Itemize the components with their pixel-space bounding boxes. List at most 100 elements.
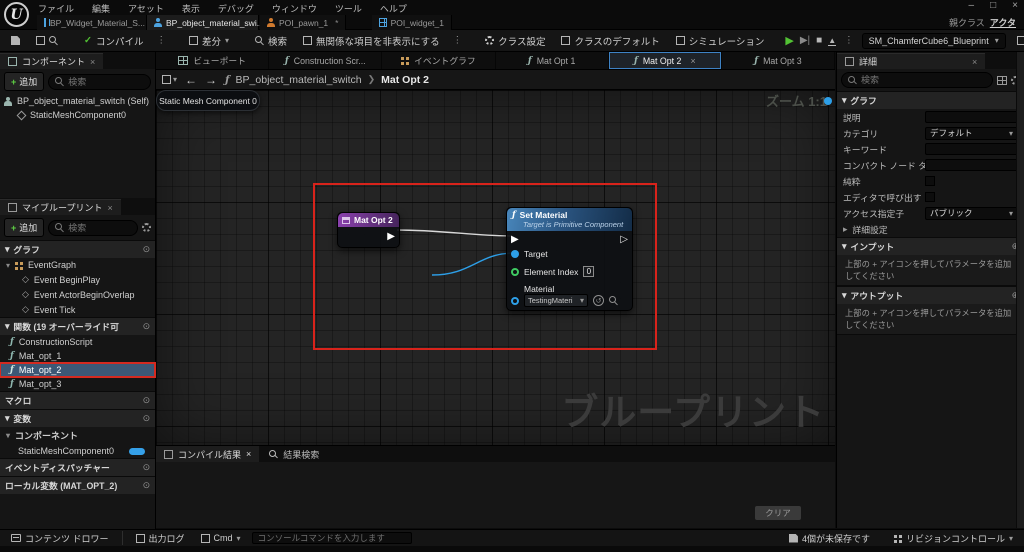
event-tick-row[interactable]: ◇ Event Tick xyxy=(0,302,155,317)
element-index-pin[interactable] xyxy=(511,268,519,276)
event-actorbeginoverlap-row[interactable]: ◇ Event ActorBeginOverlap xyxy=(0,287,155,302)
expand-icon[interactable]: ▾ xyxy=(6,261,10,270)
content-drawer-button[interactable]: コンテンツ ドロワー xyxy=(6,529,114,548)
tab-bp-object-material-switch[interactable]: BP_object_material_swi... × xyxy=(147,15,259,30)
cmd-dropdown[interactable]: Cmd ▾ xyxy=(196,530,246,546)
details-graph-section[interactable]: ▾ グラフ xyxy=(837,91,1024,109)
material-pin[interactable] xyxy=(511,297,519,305)
dispatcher-section-header[interactable]: イベントディスパッチャー ⊙ xyxy=(0,458,155,476)
eject-button[interactable]: ▲ xyxy=(828,36,836,46)
mat-opt-2-row-selected[interactable]: ƒ Mat_opt_2 xyxy=(0,363,155,377)
tab-bp-widget-material[interactable]: BP_Widget_Material_S... * xyxy=(37,15,147,30)
constructionscript-row[interactable]: ƒ ConstructionScript xyxy=(0,335,155,349)
myblueprint-search-input[interactable] xyxy=(68,223,131,233)
localvars-section-header[interactable]: ローカル変数 (MAT_OPT_2) ⊙ xyxy=(0,476,155,494)
variable-staticmesh-row[interactable]: StaticMeshComponent0 xyxy=(0,444,155,458)
category-dropdown[interactable]: デフォルト ▾ xyxy=(925,127,1018,140)
clear-button[interactable]: クリア xyxy=(755,506,801,520)
minimize-icon[interactable]: – xyxy=(969,0,975,11)
class-settings-button[interactable]: クラス設定 xyxy=(480,31,550,51)
myblueprint-tab[interactable]: マイブループリント × xyxy=(0,199,121,215)
keywords-field[interactable] xyxy=(925,143,1018,155)
details-search[interactable] xyxy=(841,72,993,88)
tab-mat-opt-1[interactable]: ƒ Mat Opt 1 xyxy=(496,52,609,69)
menu-debug[interactable]: デバッグ xyxy=(216,1,256,16)
dispatcher-visibility-icon[interactable]: ⊙ xyxy=(143,462,150,473)
event-beginplay-row[interactable]: ◇ Event BeginPlay xyxy=(0,272,155,287)
compact-title-field[interactable] xyxy=(925,159,1018,171)
element-index-pin-row[interactable]: Element Index 0 xyxy=(511,266,594,277)
unsaved-button[interactable]: 4個が未保存です xyxy=(784,529,875,548)
functions-section-header[interactable]: ▾ 関数 (19 オーバーライド可 ⊙ xyxy=(0,317,155,335)
hide-unrelated-options-icon[interactable]: ⋮ xyxy=(451,35,465,46)
tab-poi-pawn[interactable]: POI_pawn_1 * xyxy=(260,15,346,30)
material-pin-row[interactable]: TestingMateri ▾ ↺ xyxy=(511,294,618,307)
parent-class-link[interactable]: アクタ xyxy=(990,16,1016,29)
compile-results-tab[interactable]: コンパイル結果 × xyxy=(156,446,259,462)
blueprint-canvas[interactable]: ズーム 1:1 ブループリント Mat Opt 2 ▶ ƒ Set Materi… xyxy=(156,90,835,445)
graph-section-header[interactable]: ▾ グラフ ⊙ xyxy=(0,240,155,258)
exec-output-pin[interactable]: ▷ xyxy=(620,235,628,245)
inputs-section-header[interactable]: ▾ インプット ⊕ xyxy=(837,237,1024,255)
revision-control-button[interactable]: リビジョンコントロール ▾ xyxy=(889,529,1018,548)
output-log-button[interactable]: 出力ログ xyxy=(131,529,190,548)
variables-components-group[interactable]: ▾ コンポーネント xyxy=(0,427,155,444)
tab-construction-script[interactable]: ƒ Construction Scr... xyxy=(269,52,382,69)
exec-input-pin[interactable]: ▶ xyxy=(511,235,519,245)
macro-section-header[interactable]: マクロ ⊙ xyxy=(0,391,155,409)
menu-tools[interactable]: ツール xyxy=(333,1,364,16)
add-component-button[interactable]: + 追加 xyxy=(4,72,44,91)
variables-visibility-icon[interactable]: ⊙ xyxy=(143,413,150,424)
tab-mat-opt-3[interactable]: ƒ Mat Opt 3 xyxy=(722,52,835,69)
gear-icon[interactable] xyxy=(142,223,151,232)
eventgraph-row[interactable]: ▾ EventGraph xyxy=(0,258,155,272)
components-search[interactable] xyxy=(48,74,151,90)
menu-file[interactable]: ファイル xyxy=(36,1,76,16)
details-scrollbar[interactable] xyxy=(1016,52,1024,528)
outputs-section-header[interactable]: ▾ アウトプット ⊕ xyxy=(837,286,1024,304)
node-static-mesh-component[interactable]: Static Mesh Component 0 xyxy=(156,90,260,111)
advanced-row[interactable]: ▸ 詳細設定 xyxy=(837,221,1024,237)
forward-button[interactable]: → xyxy=(205,73,217,87)
browse-asset-button[interactable] xyxy=(31,33,63,48)
close-icon[interactable]: × xyxy=(107,203,112,213)
class-defaults-button[interactable]: クラスのデフォルト xyxy=(556,31,664,51)
add-blueprint-item-button[interactable]: + 追加 xyxy=(4,218,44,237)
pure-checkbox[interactable] xyxy=(925,176,935,186)
components-search-input[interactable] xyxy=(68,77,144,87)
variables-section-header[interactable]: ▾ 変数 ⊙ xyxy=(0,409,155,427)
description-field[interactable] xyxy=(925,111,1018,123)
close-icon[interactable]: × xyxy=(246,449,251,459)
localvars-visibility-icon[interactable]: ⊙ xyxy=(143,480,150,491)
breadcrumb-root[interactable]: BP_object_material_switch xyxy=(236,74,362,86)
tab-event-graph[interactable]: イベントグラフ xyxy=(382,52,495,69)
compile-options-icon[interactable]: ⋮ xyxy=(154,35,168,46)
bookmark-dropdown[interactable]: ▾ xyxy=(162,75,177,84)
component-staticmesh-row[interactable]: StaticMeshComponent0 xyxy=(0,108,155,122)
simulation-button[interactable]: シミュレーション xyxy=(671,31,770,51)
expand-icon[interactable]: ▾ xyxy=(6,431,10,440)
tab-mat-opt-2-active[interactable]: ƒ Mat Opt 2 × xyxy=(609,52,722,69)
target-pin-row[interactable]: Target xyxy=(511,249,548,259)
component-self-row[interactable]: BP_object_material_switch (Self) xyxy=(0,94,155,108)
find-button[interactable]: 検索 xyxy=(250,31,292,51)
close-icon[interactable]: × xyxy=(1012,0,1018,11)
back-button[interactable]: ← xyxy=(185,73,197,87)
graph-visibility-icon[interactable]: ⊙ xyxy=(143,244,150,255)
frame-skip-button[interactable]: ▶| xyxy=(800,35,810,46)
macro-visibility-icon[interactable]: ⊙ xyxy=(143,395,150,406)
access-dropdown[interactable]: パブリック ▾ xyxy=(925,207,1018,220)
use-selected-asset-icon[interactable]: ↺ xyxy=(593,295,604,306)
exec-output-pin[interactable]: ▶ xyxy=(387,232,395,242)
maximize-icon[interactable]: □ xyxy=(990,0,996,11)
target-pin[interactable] xyxy=(511,250,519,258)
find-results-tab[interactable]: 結果検索 xyxy=(259,446,329,462)
mat-opt-1-row[interactable]: ƒ Mat_opt_1 xyxy=(0,349,155,363)
components-tab[interactable]: コンポーネント × xyxy=(0,53,103,69)
myblueprint-search[interactable] xyxy=(48,220,138,236)
close-tab-icon[interactable]: × xyxy=(690,56,695,66)
menu-help[interactable]: ヘルプ xyxy=(378,1,409,16)
output-pin[interactable] xyxy=(824,97,832,105)
element-index-value[interactable]: 0 xyxy=(583,266,594,277)
display-filter-icon[interactable] xyxy=(997,76,1007,85)
